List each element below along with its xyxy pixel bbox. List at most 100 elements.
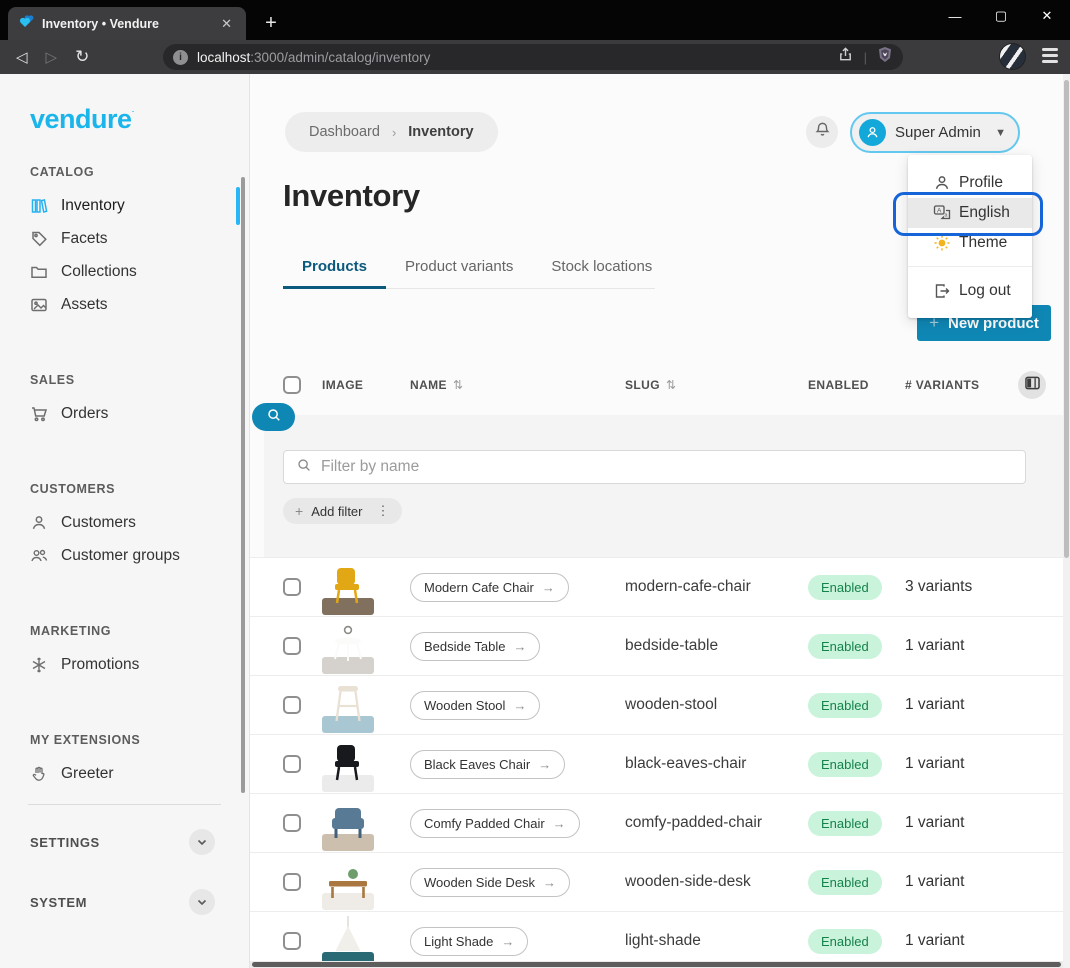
breadcrumb-inventory[interactable]: Inventory — [408, 124, 473, 140]
cart-icon — [30, 405, 48, 423]
kebab-menu-icon[interactable]: ⋮ — [371, 503, 390, 519]
sort-icon[interactable]: ⇅ — [666, 378, 676, 392]
product-name-link[interactable]: Bedside Table→ — [410, 632, 540, 661]
sidebar-item-customers[interactable]: Customers — [0, 506, 249, 539]
sidebar: vendure˙ CATALOGInventoryFacetsCollectio… — [0, 74, 250, 968]
sidebar-section-system[interactable]: SYSTEM — [0, 879, 249, 925]
select-all-checkbox[interactable] — [283, 376, 301, 394]
image-icon — [30, 296, 48, 314]
product-name-link[interactable]: Wooden Stool→ — [410, 691, 540, 720]
columns-icon — [1025, 376, 1040, 395]
sidebar-item-greeter[interactable]: Greeter — [0, 757, 249, 790]
tab-close-icon[interactable]: ✕ — [217, 16, 236, 32]
window-maximize-button[interactable]: ▢ — [978, 0, 1024, 32]
row-checkbox[interactable] — [283, 578, 301, 596]
chevron-down-icon[interactable] — [189, 889, 215, 915]
column-settings-button[interactable] — [1018, 371, 1046, 399]
user-icon — [30, 514, 48, 532]
product-slug: bedside-table — [625, 637, 808, 655]
row-checkbox[interactable] — [283, 696, 301, 714]
product-name-link[interactable]: Modern Cafe Chair→ — [410, 573, 569, 602]
user-menu-button[interactable]: Super Admin ▼ — [850, 112, 1020, 153]
menu-item-label: Theme — [959, 234, 1007, 252]
breadcrumb-dashboard[interactable]: Dashboard — [309, 124, 380, 140]
product-thumbnail — [322, 598, 374, 615]
sidebar-item-promotions[interactable]: Promotions — [0, 648, 249, 681]
row-checkbox[interactable] — [283, 932, 301, 950]
menu-item-profile[interactable]: Profile — [908, 168, 1032, 198]
sidebar-item-assets[interactable]: Assets — [0, 288, 249, 321]
menu-item-log-out[interactable]: Log out — [908, 276, 1032, 306]
menu-item-theme[interactable]: Theme — [908, 228, 1032, 258]
product-slug: black-eaves-chair — [625, 755, 808, 773]
product-name-link[interactable]: Light Shade→ — [410, 927, 528, 956]
arrow-right-icon: → — [513, 698, 526, 713]
hand-icon — [30, 765, 48, 783]
folder-icon — [30, 263, 48, 281]
user-dropdown-menu: ProfileAaEnglish Theme Log out — [908, 155, 1032, 318]
user-name: Super Admin — [895, 124, 986, 141]
notifications-button[interactable] — [806, 116, 838, 148]
product-thumbnail — [322, 834, 374, 851]
status-badge: Enabled — [808, 870, 882, 895]
product-thumbnail — [322, 716, 374, 733]
row-checkbox[interactable] — [283, 637, 301, 655]
sidebar-item-inventory[interactable]: Inventory — [0, 189, 249, 222]
breadcrumb: Dashboard › Inventory — [285, 112, 498, 152]
column-header-slug[interactable]: SLUG⇅ — [625, 378, 808, 392]
column-header-name[interactable]: NAME⇅ — [410, 378, 625, 392]
vertical-scrollbar[interactable] — [1063, 74, 1070, 968]
new-tab-button[interactable]: + — [258, 10, 284, 36]
vendure-logo: vendure˙ — [30, 104, 134, 135]
menu-item-english[interactable]: AaEnglish — [908, 198, 1032, 228]
sidebar-item-customer-groups[interactable]: Customer groups — [0, 539, 249, 572]
row-checkbox[interactable] — [283, 814, 301, 832]
menu-divider — [908, 266, 1032, 267]
sort-icon[interactable]: ⇅ — [453, 378, 463, 392]
status-badge: Enabled — [808, 811, 882, 836]
tab-product-variants[interactable]: Product variants — [386, 258, 532, 288]
tab-products[interactable]: Products — [283, 258, 386, 289]
forward-button[interactable]: ▷ — [46, 48, 58, 66]
variant-count: 1 variant — [905, 873, 1018, 891]
status-badge: Enabled — [808, 575, 882, 600]
sidebar-section-label: MARKETING — [30, 624, 249, 640]
add-filter-button[interactable]: + Add filter ⋮ — [283, 498, 402, 524]
window-minimize-button[interactable]: — — [932, 0, 978, 32]
brave-shield-icon[interactable] — [877, 46, 893, 68]
product-name-link[interactable]: Black Eaves Chair→ — [410, 750, 565, 779]
reload-button[interactable]: ↻ — [75, 47, 89, 67]
filter-by-name-input[interactable] — [321, 458, 1013, 476]
product-thumbnail — [322, 657, 374, 674]
sidebar-scrollbar[interactable] — [241, 177, 245, 793]
table-row: Wooden Stool→wooden-stoolEnabled1 varian… — [250, 675, 1063, 734]
browser-window: Inventory • Vendure ✕ + — ▢ ✕ ◁ ▷ ↻ i lo… — [0, 0, 1070, 968]
product-name-link[interactable]: Comfy Padded Chair→ — [410, 809, 580, 838]
browser-menu-icon[interactable] — [1042, 48, 1058, 63]
table-row: Comfy Padded Chair→comfy-padded-chairEna… — [250, 793, 1063, 852]
search-toggle-button[interactable] — [252, 403, 295, 431]
sidebar-item-orders[interactable]: Orders — [0, 397, 249, 430]
browser-profile-avatar[interactable] — [999, 43, 1026, 70]
back-button[interactable]: ◁ — [16, 48, 28, 66]
arrow-right-icon: → — [543, 875, 556, 890]
sidebar-item-collections[interactable]: Collections — [0, 255, 249, 288]
share-icon[interactable] — [837, 46, 854, 68]
site-info-icon[interactable]: i — [173, 50, 188, 65]
sidebar-divider — [28, 804, 221, 805]
product-name-link[interactable]: Wooden Side Desk→ — [410, 868, 570, 897]
variant-count: 1 variant — [905, 755, 1018, 773]
sidebar-section-settings[interactable]: SETTINGS — [0, 819, 249, 865]
sidebar-item-facets[interactable]: Facets — [0, 222, 249, 255]
browser-tab[interactable]: Inventory • Vendure ✕ — [8, 7, 246, 40]
tab-stock-locations[interactable]: Stock locations — [532, 258, 671, 288]
arrow-right-icon: → — [553, 816, 566, 831]
chevron-down-icon[interactable] — [189, 829, 215, 855]
sidebar-item-label: Promotions — [61, 656, 139, 674]
horizontal-scrollbar[interactable] — [250, 961, 1063, 968]
row-checkbox[interactable] — [283, 755, 301, 773]
window-close-button[interactable]: ✕ — [1024, 0, 1070, 32]
plus-icon: + — [295, 503, 303, 519]
row-checkbox[interactable] — [283, 873, 301, 891]
address-bar[interactable]: i localhost:3000/admin/catalog/inventory… — [163, 44, 903, 70]
